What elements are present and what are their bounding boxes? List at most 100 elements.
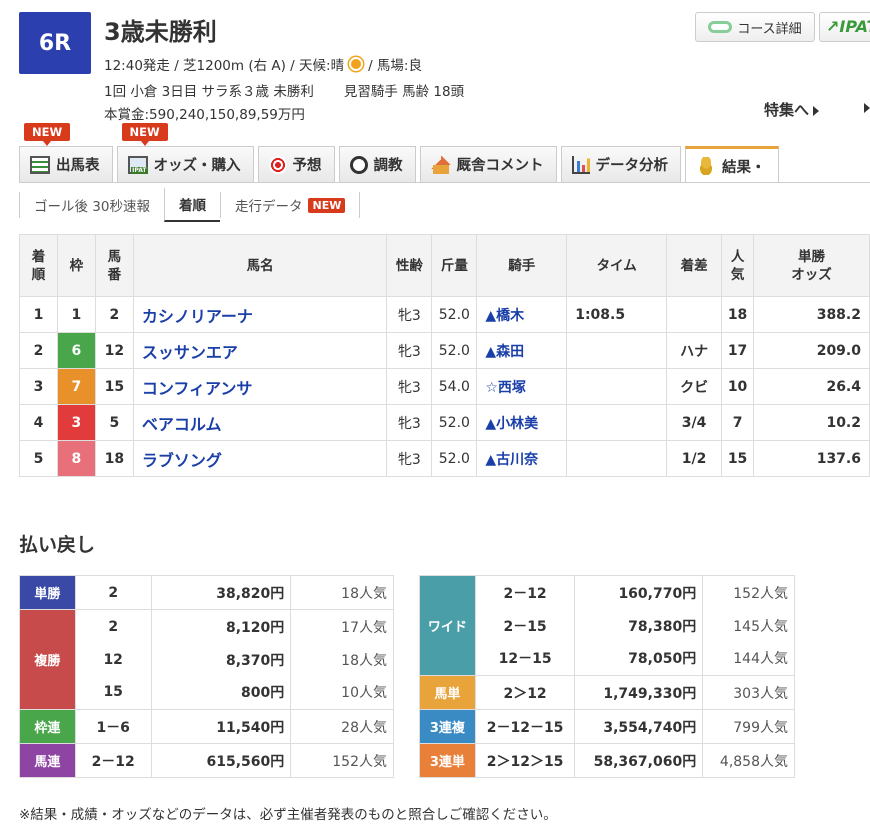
weight: 52.0 [431, 404, 478, 441]
bet-type-quinella: 馬連 [19, 743, 76, 778]
race-meeting-info: 1回 小倉 3日目 サラ系３歳 未勝利 [104, 84, 314, 100]
payout-table-right: ワイド 2－12 160,770円 152人気 2－15 78,380円 145… [419, 575, 795, 778]
sex-age: 牝3 [386, 296, 433, 333]
tab-label: 予想 [292, 158, 322, 174]
payout-row: 複勝 2 8,120円 17人気 [19, 609, 394, 710]
win-odds: 209.0 [753, 332, 870, 369]
payout-row: 15 800円 10人気 [20, 675, 394, 710]
col-time: タイム [566, 234, 668, 297]
popularity: 15 [721, 440, 755, 477]
course-detail-button[interactable]: コース詳細 [695, 12, 815, 42]
bet-type-trifecta: 3連単 [419, 743, 476, 778]
new-badge: NEW [308, 197, 346, 213]
sex-age: 牝3 [386, 332, 433, 369]
payout-row: ワイド 2－12 160,770円 152人気 [419, 575, 795, 676]
tab-entry-table[interactable]: NEW 出馬表 [19, 123, 113, 182]
payout-combo: 2＞12＞15 [474, 743, 576, 778]
table-row: 2 6 12 スッサンエア 牝3 52.0 ▲森田 ハナ 17 209.0 [19, 332, 870, 369]
time [566, 404, 668, 441]
rank: 1 [19, 296, 58, 333]
margin: クビ [666, 368, 723, 405]
tab-training[interactable]: 調教 [338, 146, 416, 182]
payout-popularity: 152人気 [702, 575, 795, 610]
payout-popularity: 799人気 [702, 709, 795, 744]
margin [666, 296, 723, 333]
horse-name-link[interactable]: ベアコルム [132, 404, 388, 441]
subtab-label: ゴール後 30秒速報 [34, 199, 150, 215]
payout-popularity: 145人気 [702, 609, 795, 642]
tab-prediction[interactable]: 予想 [257, 146, 335, 182]
horse-number: 5 [94, 404, 134, 441]
jockey-link[interactable]: ▲森田 [476, 332, 568, 369]
table-icon [30, 155, 50, 174]
feature-link-label: 特集へ [764, 101, 810, 119]
payout-popularity: 152人気 [290, 743, 394, 778]
waku: 6 [56, 332, 96, 369]
bet-type-exacta: 馬単 [419, 675, 476, 710]
payout-row: 2－15 78,380円 145人気 [420, 609, 795, 642]
tab-odds-purchase[interactable]: NEW オッズ・購入 [116, 123, 254, 182]
col-sex-age: 性齢 [386, 234, 433, 297]
horse-number: 15 [94, 368, 134, 405]
horse-name-link[interactable]: カシノリアーナ [132, 296, 388, 333]
footnote: ※結果・成績・オッズなどのデータは、必ず主催者発表のものと照合しご確認ください。 [19, 807, 557, 823]
race-prize: 本賞金:590,240,150,89,59万円 [104, 107, 305, 123]
payout-row: 馬連 2－12 615,560円 152人気 [19, 743, 394, 778]
popularity: 10 [721, 368, 755, 405]
tab-label: オッズ・購入 [153, 158, 241, 174]
race-meta-line2: 1回 小倉 3日目 サラ系３歳 未勝利 見習騎手 馬齢 18頭 [104, 80, 464, 100]
race-start-course-weather: 12:40発走 / 芝1200m (右 A) / 天候:晴 [104, 58, 345, 74]
popularity: 7 [721, 404, 755, 441]
ipat-button[interactable]: ↗IPAT [819, 12, 870, 42]
tab-label: 出馬表 [56, 158, 100, 174]
horse-name-link[interactable]: スッサンエア [132, 332, 388, 369]
payout-combo: 2 [74, 575, 152, 610]
result-header-row: 着順 枠 馬番 馬名 性齢 斤量 騎手 タイム 着差 人気 単勝 オッズ [19, 234, 870, 297]
payout-amount: 1,749,330円 [574, 675, 704, 710]
subtab-running-data[interactable]: 走行データ NEW [219, 192, 361, 218]
payout-amount: 160,770円 [574, 575, 704, 610]
arrow-right-icon [813, 105, 820, 116]
feature-link[interactable]: 特集へ [764, 99, 820, 120]
bet-type-win: 単勝 [19, 575, 76, 610]
payout-popularity: 18人気 [290, 643, 394, 676]
payout-combo: 2＞12 [474, 675, 576, 710]
arrow-right-icon[interactable] [864, 103, 870, 113]
payout-popularity: 303人気 [702, 675, 795, 710]
col-weight: 斤量 [431, 234, 478, 297]
table-row: 4 3 5 ベアコルム 牝3 52.0 ▲小林美 3/4 7 10.2 [19, 404, 870, 441]
track-icon [708, 21, 733, 33]
race-meta-line1: 12:40発走 / 芝1200m (右 A) / 天候:晴 / 馬場:良 [104, 54, 422, 74]
horse-name-link[interactable]: コンフィアンサ [132, 368, 388, 405]
jockey-link[interactable]: ▲小林美 [476, 404, 568, 441]
margin: 1/2 [666, 440, 723, 477]
waku: 3 [56, 404, 96, 441]
win-odds: 388.2 [753, 296, 870, 333]
jockey-link[interactable]: ▲古川奈 [476, 440, 568, 477]
payout-combo: 12 [74, 643, 152, 676]
table-row: 3 7 15 コンフィアンサ 牝3 54.0 ☆西塚 クビ 10 26.4 [19, 368, 870, 405]
payout-popularity: 17人気 [290, 609, 394, 644]
tab-stable-comment[interactable]: 厩舎コメント [419, 146, 557, 182]
tab-label: 結果・ [722, 159, 766, 176]
col-win-odds: 単勝 オッズ [753, 234, 870, 297]
payout-popularity: 18人気 [290, 575, 394, 610]
horse-name-link[interactable]: ラブソング [132, 440, 388, 477]
race-track-condition: / 馬場:良 [368, 58, 422, 74]
popularity: 17 [721, 332, 755, 369]
tab-results[interactable]: 結果・ [685, 146, 779, 183]
col-waku: 枠 [56, 234, 96, 297]
payout-combo: 1－6 [74, 709, 152, 744]
tab-data-analysis[interactable]: データ分析 [560, 146, 681, 182]
subtab-finish-order[interactable]: 着順 [163, 188, 220, 222]
subtab-goal-flash[interactable]: ゴール後 30秒速報 [19, 192, 164, 218]
time: 1:08.5 [566, 296, 668, 333]
bet-type-bracket-quinella: 枠連 [19, 709, 76, 744]
jockey-link[interactable]: ▲橋木 [476, 296, 568, 333]
new-badge: NEW [24, 123, 71, 146]
payout-amount: 800円 [150, 675, 292, 710]
tab-label: 厩舎コメント [456, 158, 544, 174]
rank: 2 [19, 332, 58, 369]
payout-row: 枠連 1－6 11,540円 28人気 [19, 709, 394, 744]
jockey-link[interactable]: ☆西塚 [476, 368, 568, 405]
